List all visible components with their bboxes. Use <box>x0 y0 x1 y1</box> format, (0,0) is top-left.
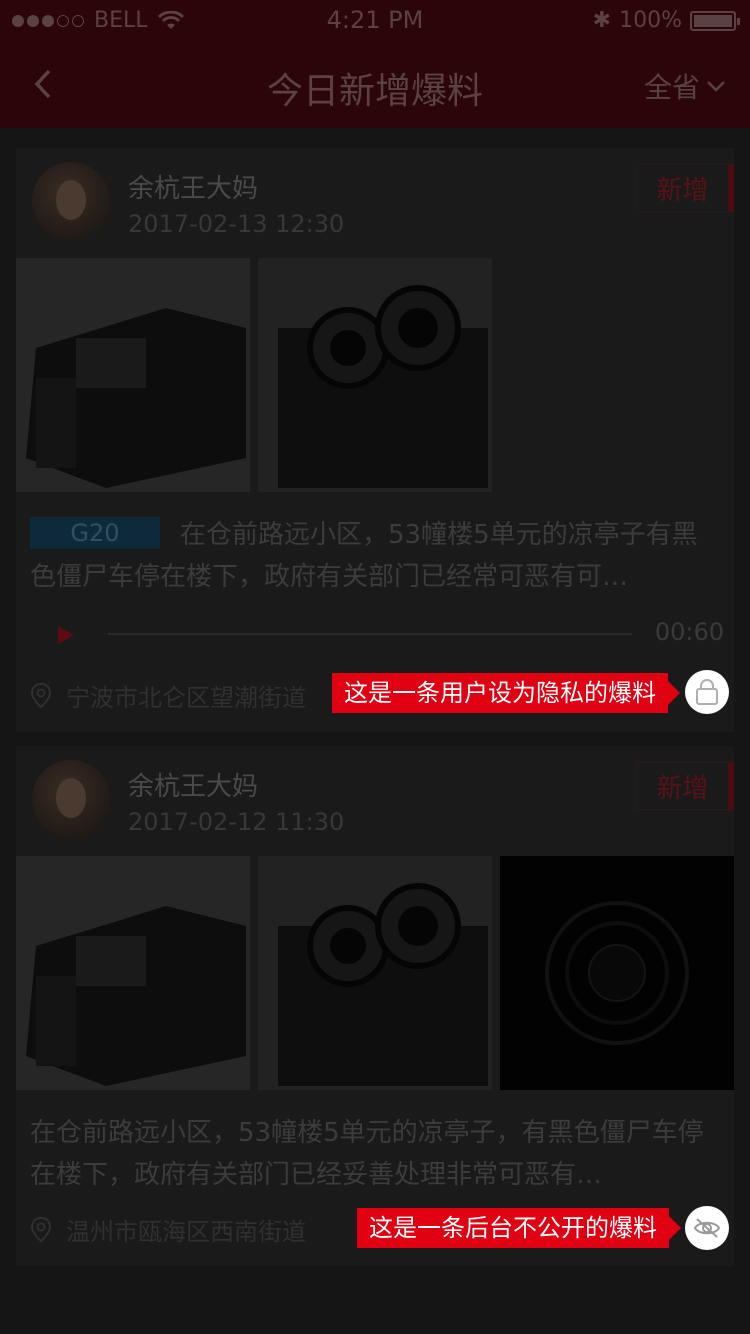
navbar: 今日新增爆料 全省 <box>0 40 750 128</box>
play-icon[interactable] <box>56 624 76 646</box>
photo-grid <box>16 856 734 1090</box>
lens-photo-icon <box>500 856 734 1090</box>
camera-photo-icon <box>16 856 250 1090</box>
status-right: ✱ 100% <box>592 8 740 33</box>
status-badge: 新增 <box>636 164 734 212</box>
photo-thumbnail[interactable] <box>258 258 492 492</box>
report-card[interactable]: 余杭王大妈 2017-02-13 12:30 新增 G20 在仓前路远小区，53幢… <box>16 148 734 732</box>
username: 余杭王大妈 <box>128 174 259 204</box>
audio-duration: 00:60 <box>654 618 724 646</box>
photo-thumbnail[interactable] <box>258 856 492 1090</box>
privacy-lock-button[interactable] <box>685 670 729 714</box>
camera-photo-icon <box>258 258 492 492</box>
report-card[interactable]: 余杭王大妈 2017-02-12 11:30 新增 在仓前路远小区，53幢楼5单… <box>16 746 734 1266</box>
avatar[interactable] <box>32 760 110 838</box>
camera-photo-icon <box>16 258 250 492</box>
bluetooth-icon: ✱ <box>592 8 612 33</box>
region-selector[interactable]: 全省 <box>644 66 726 106</box>
topic-tag[interactable]: G20 <box>30 517 160 549</box>
location: 温州市瓯海区西南街道 <box>30 1212 306 1247</box>
battery-percent: 100% <box>619 8 682 33</box>
audio-player: 00:60 <box>52 618 724 650</box>
chevron-down-icon <box>707 81 725 92</box>
status-badge: 新增 <box>636 762 734 810</box>
region-label: 全省 <box>643 71 700 104</box>
page-title: 今日新增爆料 <box>266 71 483 112</box>
photo-grid <box>16 258 734 492</box>
photo-thumbnail[interactable] <box>500 856 734 1090</box>
location-text: 宁波市北仑区望潮街道 <box>66 684 306 712</box>
post-datetime: 2017-02-12 11:30 <box>128 808 345 836</box>
private-report-tooltip: 这是一条用户设为隐私的爆料 <box>332 673 680 713</box>
post-datetime: 2017-02-13 12:30 <box>128 210 345 238</box>
camera-photo-icon <box>258 856 492 1090</box>
photo-thumbnail[interactable] <box>16 856 250 1090</box>
post-description: G20 在仓前路远小区，53幢楼5单元的凉亭子有黑色僵尸车停在楼下，政府有关部门已… <box>30 514 714 598</box>
location-pin-icon <box>30 682 52 708</box>
avatar[interactable] <box>32 162 110 240</box>
post-description: 在仓前路远小区，53幢楼5单元的凉亭子，有黑色僵尸车停在楼下，政府有关部门已经妥… <box>30 1118 704 1190</box>
battery-icon <box>690 10 740 31</box>
username: 余杭王大妈 <box>128 772 259 802</box>
status-bar: BELL 4:21 PM ✱ 100% <box>0 0 750 40</box>
hidden-eye-button[interactable] <box>685 1206 729 1250</box>
location: 宁波市北仑区望潮街道 <box>30 678 306 713</box>
location-pin-icon <box>30 1216 52 1242</box>
eye-off-icon <box>693 1218 721 1238</box>
location-text: 温州市瓯海区西南街道 <box>66 1218 306 1246</box>
audio-progress-track[interactable] <box>108 633 632 635</box>
lock-icon <box>696 679 718 705</box>
photo-thumbnail[interactable] <box>16 258 250 492</box>
hidden-report-tooltip: 这是一条后台不公开的爆料 <box>357 1208 681 1248</box>
